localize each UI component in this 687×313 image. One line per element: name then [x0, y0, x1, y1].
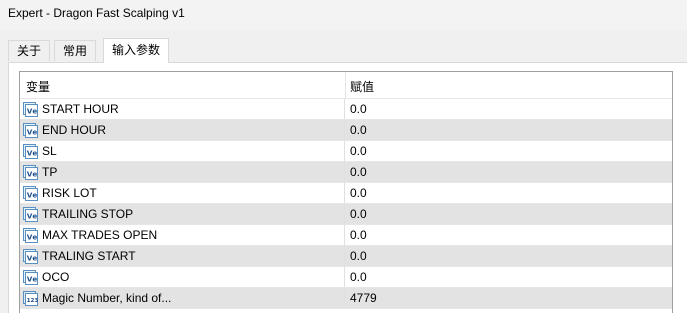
variable-cell: Vе START HOUR	[20, 99, 345, 119]
value-cell[interactable]: 0.0	[350, 270, 367, 284]
table-row[interactable]: Vе TRAILING STOP 0.0	[20, 204, 672, 225]
value-cell[interactable]: 0.0	[350, 207, 367, 221]
grid-header: 变量 赋值	[20, 72, 672, 99]
table-row[interactable]: Vе OCO 0.0	[20, 267, 672, 288]
value-cell[interactable]: 0.0	[350, 144, 367, 158]
integer-value-icon: 123	[23, 291, 38, 306]
grid-rows: Vе START HOUR 0.0 Vе END HOUR 0.0 Vе SL 0.0 Vе TP 0…	[20, 99, 672, 309]
double-value-icon: Vе	[23, 207, 38, 222]
table-row[interactable]: 123 Magic Number, kind of... 4779	[20, 288, 672, 309]
variable-name: END HOUR	[42, 123, 107, 137]
double-value-icon: Vе	[23, 186, 38, 201]
value-cell[interactable]: 4779	[350, 291, 377, 305]
double-value-icon: Vе	[23, 165, 38, 180]
variable-cell: Vе OCO	[20, 267, 345, 287]
inputs-grid: 变量 赋值 Vе START HOUR 0.0 Vе END HOUR 0.0 Vе SL 0.…	[19, 71, 673, 313]
double-value-icon: Vе	[23, 144, 38, 159]
table-row[interactable]: Vе TRALING START 0.0	[20, 246, 672, 267]
table-row[interactable]: Vе TP 0.0	[20, 162, 672, 183]
window-title: Expert - Dragon Fast Scalping v1	[8, 6, 185, 20]
value-cell[interactable]: 0.0	[350, 228, 367, 242]
variable-cell: Vе END HOUR	[20, 120, 345, 140]
svg-text:Vе: Vе	[27, 106, 38, 115]
tab-common[interactable]: 常用	[54, 40, 97, 61]
svg-text:Vе: Vе	[27, 190, 38, 199]
variable-name: MAX TRADES OPEN	[42, 228, 158, 242]
svg-text:Vе: Vе	[27, 169, 38, 178]
value-cell[interactable]: 0.0	[350, 186, 367, 200]
svg-text:Vе: Vе	[27, 253, 38, 262]
tab-label: 常用	[63, 44, 88, 58]
table-row[interactable]: Vе END HOUR 0.0	[20, 120, 672, 141]
svg-text:Vе: Vе	[27, 211, 38, 220]
variable-name: TP	[42, 165, 58, 179]
svg-text:123: 123	[27, 298, 38, 304]
svg-text:Vе: Vе	[27, 148, 38, 157]
column-divider[interactable]	[345, 72, 346, 98]
value-cell[interactable]: 0.0	[350, 165, 367, 179]
column-header-variable[interactable]: 变量	[26, 78, 50, 95]
svg-text:Vе: Vе	[27, 232, 38, 241]
value-cell[interactable]: 0.0	[350, 249, 367, 263]
variable-name: TRAILING STOP	[42, 207, 134, 221]
column-header-value[interactable]: 赋值	[350, 78, 374, 95]
variable-cell: Vе SL	[20, 141, 345, 161]
double-value-icon: Vе	[23, 123, 38, 138]
variable-cell: Vе MAX TRADES OPEN	[20, 225, 345, 245]
variable-cell: Vе TRALING START	[20, 246, 345, 266]
tab-about[interactable]: 关于	[8, 40, 51, 61]
title-bar: Expert - Dragon Fast Scalping v1	[0, 0, 687, 30]
variable-name: RISK LOT	[42, 186, 97, 200]
double-value-icon: Vе	[23, 228, 38, 243]
variable-name: START HOUR	[42, 102, 119, 116]
double-value-icon: Vе	[23, 249, 38, 264]
svg-text:Vе: Vе	[27, 127, 38, 136]
variable-name: Magic Number, kind of...	[42, 291, 172, 305]
tab-label: 关于	[17, 44, 42, 58]
variable-cell: Vе TP	[20, 162, 345, 182]
double-value-icon: Vе	[23, 270, 38, 285]
svg-text:Vе: Vе	[27, 274, 38, 283]
tab-inputs[interactable]: 输入参数	[103, 38, 170, 63]
variable-cell: 123 Magic Number, kind of...	[20, 288, 345, 308]
tab-label: 输入参数	[112, 43, 161, 57]
double-value-icon: Vе	[23, 102, 38, 117]
variable-cell: Vе RISK LOT	[20, 183, 345, 203]
value-cell[interactable]: 0.0	[350, 102, 367, 116]
table-row[interactable]: Vе MAX TRADES OPEN 0.0	[20, 225, 672, 246]
table-row[interactable]: Vе RISK LOT 0.0	[20, 183, 672, 204]
variable-name: OCO	[42, 270, 70, 284]
variable-name: SL	[42, 144, 57, 158]
table-row[interactable]: Vе SL 0.0	[20, 141, 672, 162]
table-row[interactable]: Vе START HOUR 0.0	[20, 99, 672, 120]
variable-cell: Vе TRAILING STOP	[20, 204, 345, 224]
value-cell[interactable]: 0.0	[350, 123, 367, 137]
tab-strip: 关于 常用 输入参数	[8, 38, 687, 63]
variable-name: TRALING START	[42, 249, 136, 263]
